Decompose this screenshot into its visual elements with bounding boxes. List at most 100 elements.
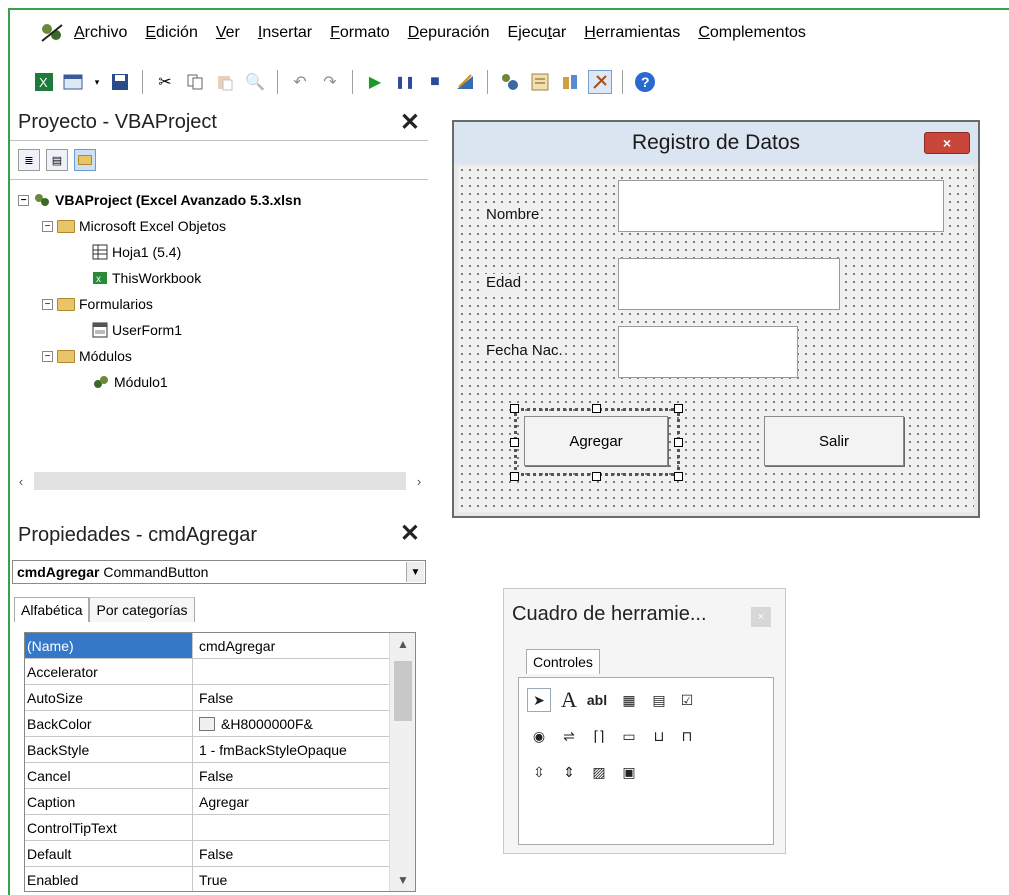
excel-view-icon[interactable]: X	[32, 70, 56, 94]
property-row[interactable]: Accelerator	[25, 659, 415, 685]
scroll-thumb[interactable]	[394, 661, 412, 721]
property-row[interactable]: ControlTipText	[25, 815, 415, 841]
resize-handle[interactable]	[592, 472, 601, 481]
resize-handle[interactable]	[674, 438, 683, 447]
chevron-down-icon[interactable]: ▼	[406, 562, 424, 582]
find-icon[interactable]: 🔍	[243, 70, 267, 94]
object-selector[interactable]: cmdAgregar CommandButton ▼	[12, 560, 426, 584]
object-browser-icon[interactable]	[558, 70, 582, 94]
userform-titlebar[interactable]: Registro de Datos ×	[454, 122, 978, 164]
tab-por-categorias[interactable]: Por categorías	[89, 597, 195, 622]
menu-formato[interactable]: Formato	[330, 24, 390, 42]
tab-alfabetica[interactable]: Alfabética	[14, 597, 90, 622]
tree-module[interactable]: Módulo1	[92, 374, 168, 390]
close-icon[interactable]: ✕	[400, 519, 420, 548]
property-row[interactable]: Default False	[25, 841, 415, 867]
label-fecha-nac[interactable]: Fecha Nac.	[484, 342, 565, 359]
tab-controles[interactable]: Controles	[526, 649, 600, 674]
tabstrip-icon[interactable]: ⊔	[647, 724, 671, 748]
menu-complementos[interactable]: Complementos	[698, 24, 806, 42]
button-salir[interactable]: Salir	[764, 416, 904, 466]
frame-icon[interactable]: ⌈⌉	[587, 724, 611, 748]
resize-handle[interactable]	[510, 438, 519, 447]
listbox-icon[interactable]: ▤	[647, 688, 671, 712]
resize-handle[interactable]	[592, 404, 601, 413]
scroll-up-icon[interactable]: ▲	[390, 637, 415, 651]
togglebutton-icon[interactable]: ⇌	[557, 724, 581, 748]
multipage-icon[interactable]: ⊓	[675, 724, 699, 748]
property-row[interactable]: BackColor &H8000000F&	[25, 711, 415, 737]
properties-vscrollbar[interactable]: ▲ ▼	[389, 633, 415, 891]
property-row[interactable]: Caption Agregar	[25, 789, 415, 815]
label-edad[interactable]: Edad	[484, 274, 524, 291]
undo-icon[interactable]: ↶	[288, 70, 312, 94]
close-icon[interactable]: ×	[751, 607, 771, 627]
property-row[interactable]: (Name) cmdAgregar	[25, 633, 415, 659]
image-icon[interactable]: ▨	[587, 760, 611, 784]
scroll-left-icon[interactable]: ‹	[14, 474, 28, 489]
scroll-track[interactable]	[34, 472, 406, 490]
select-objects-icon[interactable]: ➤	[527, 688, 551, 712]
menu-ver[interactable]: Ver	[216, 24, 240, 42]
toolbox-window[interactable]: Cuadro de herramie... × Controles ➤ A ab…	[503, 588, 786, 854]
project-explorer-icon[interactable]	[498, 70, 522, 94]
help-icon[interactable]: ?	[633, 70, 657, 94]
menu-depuracion[interactable]: Depuración	[408, 24, 490, 42]
menu-edicion[interactable]: Edición	[145, 24, 197, 42]
tree-excel-objects[interactable]: − Microsoft Excel Objetos	[42, 218, 226, 234]
tree-sheet[interactable]: Hoja1 (5.4)	[92, 244, 181, 260]
resize-handle[interactable]	[510, 472, 519, 481]
property-row[interactable]: AutoSize False	[25, 685, 415, 711]
collapse-icon[interactable]: −	[42, 350, 53, 362]
tree-forms[interactable]: − Formularios	[42, 296, 153, 312]
label-nombre[interactable]: Nombre	[484, 206, 542, 223]
tree-workbook[interactable]: x ThisWorkbook	[92, 270, 201, 286]
dropdown-arrow-icon[interactable]: ▾	[92, 70, 102, 94]
resize-handle[interactable]	[510, 404, 519, 413]
insert-userform-icon[interactable]	[62, 70, 86, 94]
resize-handle[interactable]	[674, 472, 683, 481]
menu-herramientas[interactable]: Herramientas	[584, 24, 680, 42]
refedit-icon[interactable]: ▣	[617, 760, 641, 784]
combobox-icon[interactable]: ▦	[617, 688, 641, 712]
pause-icon[interactable]: ❚❚	[393, 70, 417, 94]
spinbutton-icon[interactable]: ⇕	[557, 760, 581, 784]
label-icon[interactable]: A	[557, 687, 581, 712]
userform-canvas[interactable]: Nombre Edad Fecha Nac. Agregar Salir	[458, 166, 974, 512]
cut-icon[interactable]: ✂	[153, 70, 177, 94]
scrollbar-icon[interactable]: ⇳	[527, 760, 551, 784]
property-row[interactable]: BackStyle 1 - fmBackStyleOpaque	[25, 737, 415, 763]
commandbutton-icon[interactable]: ▭	[617, 724, 641, 748]
toolbox-icon[interactable]	[588, 70, 612, 94]
textbox-icon[interactable]: abl	[585, 688, 609, 712]
checkbox-icon[interactable]: ☑	[675, 688, 699, 712]
button-agregar[interactable]: Agregar	[524, 416, 668, 466]
copy-icon[interactable]	[183, 70, 207, 94]
textbox-fecha-nac[interactable]	[618, 326, 798, 378]
scroll-right-icon[interactable]: ›	[412, 474, 426, 489]
run-icon[interactable]: ▶	[363, 70, 387, 94]
tree-modules[interactable]: − Módulos	[42, 348, 132, 364]
properties-icon[interactable]	[528, 70, 552, 94]
property-row[interactable]: Enabled True	[25, 867, 415, 891]
textbox-nombre[interactable]	[618, 180, 944, 232]
resize-handle[interactable]	[674, 404, 683, 413]
design-mode-icon[interactable]	[453, 70, 477, 94]
close-icon[interactable]: ×	[924, 132, 970, 154]
property-row[interactable]: Cancel False	[25, 763, 415, 789]
paste-icon[interactable]	[213, 70, 237, 94]
redo-icon[interactable]: ↷	[318, 70, 342, 94]
scroll-down-icon[interactable]: ▼	[390, 873, 415, 887]
tree-userform[interactable]: UserForm1	[92, 322, 182, 338]
menu-archivo[interactable]: Archivo	[74, 24, 127, 42]
collapse-icon[interactable]: −	[18, 194, 29, 206]
userform-designer[interactable]: Registro de Datos × Nombre Edad Fecha Na…	[452, 120, 980, 518]
menu-insertar[interactable]: Insertar	[258, 24, 312, 42]
menu-ejecutar[interactable]: Ejecutar	[508, 24, 567, 42]
collapse-icon[interactable]: −	[42, 220, 53, 232]
textbox-edad[interactable]	[618, 258, 840, 310]
save-icon[interactable]	[108, 70, 132, 94]
stop-icon[interactable]: ■	[423, 70, 447, 94]
tree-root[interactable]: − VBAProject (Excel Avanzado 5.3.xlsn	[18, 192, 301, 208]
collapse-icon[interactable]: −	[42, 298, 53, 310]
